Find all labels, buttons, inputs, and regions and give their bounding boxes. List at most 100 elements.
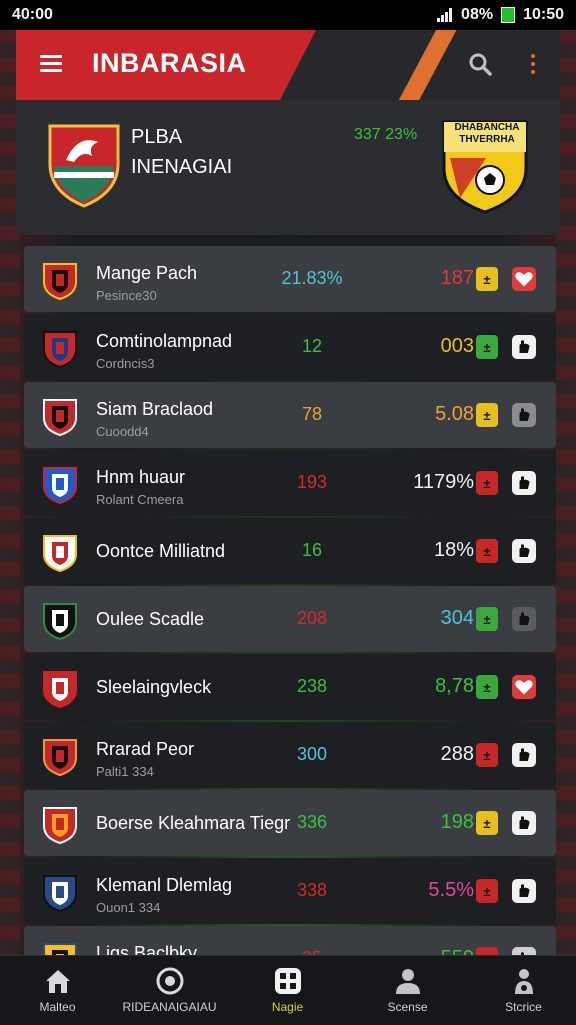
trend-badge: ±	[476, 335, 498, 359]
team-stat-primary: 300	[296, 744, 328, 764]
ball-icon	[156, 967, 183, 995]
team-row[interactable]: Siam Braclaod Cuoodd4 78 5.08 ±	[24, 382, 556, 448]
hand-icon[interactable]	[512, 743, 536, 767]
team-row[interactable]: Oulee Scadle 208 304 ±	[24, 586, 556, 652]
team-row[interactable]: Mange Pach Pesince30 21.83% 187 ±	[24, 246, 556, 312]
team-row[interactable]: Comtinolampnad Cordncis3 12 003 ±	[24, 314, 556, 380]
team-crest-icon	[43, 875, 77, 912]
app-bar: INBARASIA	[16, 30, 560, 100]
team-crest-icon	[43, 535, 77, 572]
team-stat-secondary: 8,78	[435, 675, 474, 697]
team-crest-icon	[43, 263, 77, 300]
trend-badge: ±	[476, 539, 498, 563]
team-row[interactable]: Boerse Kleahmara Tiegr 336 198 ±	[24, 790, 556, 856]
team-crest-icon	[43, 671, 77, 708]
nav-item-group[interactable]: Stcrice	[466, 956, 576, 1025]
match-stat: 337 23%	[354, 126, 418, 143]
trend-glyph: ±	[483, 815, 491, 831]
team-name: Oulee Scadle	[96, 609, 205, 629]
team-name: Mange Pach	[96, 263, 198, 283]
trend-badge: ±	[476, 607, 498, 631]
nav-label-group: Stcrice	[505, 1000, 542, 1014]
hamburger-menu-icon[interactable]	[40, 55, 62, 73]
trend-glyph: ±	[483, 407, 491, 423]
team-crest-icon	[43, 467, 77, 504]
hand-icon[interactable]	[512, 811, 536, 835]
team-stat-secondary: 187	[440, 267, 474, 289]
status-time-left: 40:00	[12, 6, 53, 23]
team-stat-primary: 238	[296, 676, 328, 696]
away-team-crest-text: DHABANCHA THVERRHA	[454, 122, 520, 145]
trend-badge: ±	[476, 879, 498, 903]
grid-icon	[274, 968, 301, 994]
nav-item-ball[interactable]: RIDEANAIGAIAU	[112, 956, 227, 1025]
trend-badge: ±	[476, 267, 498, 291]
trend-glyph: ±	[483, 543, 491, 559]
team-subtitle: Cuoodd4	[96, 424, 149, 439]
team-name: Boerse Kleahmara Tiegr	[96, 813, 291, 833]
status-right-group: 08% 10:50	[437, 6, 564, 24]
team-row[interactable]: Rrarad Peor Palti1 334 300 288 ±	[24, 722, 556, 788]
team-crest-icon	[43, 603, 77, 640]
home-team-name-line2: INENAGIAI	[131, 156, 233, 178]
heart-icon[interactable]	[512, 675, 536, 699]
team-stat-primary: 338	[296, 880, 328, 900]
team-row[interactable]: Sleelaingvleck 238 8,78 ±	[24, 654, 556, 720]
group-icon	[514, 969, 533, 994]
signal-icon	[437, 8, 453, 22]
trend-badge: ±	[476, 811, 498, 835]
nav-item-grid[interactable]: Nagie	[230, 956, 345, 1025]
nav-item-person[interactable]: Scense	[350, 956, 465, 1025]
team-subtitle: Palti1 334	[96, 764, 154, 779]
team-row[interactable]: Klemanl Dlemlag Ouon1 334 338 5.5% ±	[24, 858, 556, 924]
team-stat-primary: 336	[296, 812, 328, 832]
hand-icon[interactable]	[512, 471, 536, 495]
app-title: INBARASIA	[92, 48, 247, 78]
hand-icon[interactable]	[512, 879, 536, 903]
nav-item-home[interactable]: Malteo	[0, 956, 115, 1025]
team-subtitle: Ouon1 334	[96, 900, 161, 915]
hand-icon[interactable]	[512, 335, 536, 359]
team-stat-primary: 208	[296, 608, 328, 628]
trend-glyph: ±	[483, 271, 491, 287]
team-crest-icon	[43, 331, 77, 368]
app-bar-stripe	[393, 30, 457, 100]
trend-glyph: ±	[483, 679, 491, 695]
team-name: Hnm huaur	[96, 467, 186, 487]
home-team-crest-icon	[48, 124, 120, 208]
team-subtitle: Cordncis3	[96, 356, 155, 371]
team-row[interactable]: Hnm huaur Rolant Cmeera 193 1179% ±	[24, 450, 556, 516]
more-options-icon[interactable]	[530, 54, 536, 76]
team-stat-secondary: 304	[440, 607, 474, 629]
trend-glyph: ±	[483, 883, 491, 899]
home-icon	[45, 970, 70, 993]
hand-icon[interactable]	[512, 539, 536, 563]
status-bar: 40:00 08% 10:50	[0, 0, 576, 30]
hand-icon[interactable]	[512, 403, 536, 427]
team-name: Rrarad Peor	[96, 739, 195, 759]
trend-badge: ±	[476, 471, 498, 495]
team-stat-primary: 12	[301, 336, 323, 356]
team-name: Siam Braclaod	[96, 399, 214, 419]
team-crest-icon	[43, 399, 77, 436]
team-stat-secondary: 003	[440, 335, 474, 357]
bottom-navigation: Malteo RIDEANAIGAIAU Nagie Scense Stcric…	[0, 955, 576, 1025]
team-crest-icon	[43, 807, 77, 844]
battery-icon	[501, 7, 516, 23]
search-icon[interactable]	[468, 52, 492, 76]
team-stat-secondary: 18%	[433, 539, 474, 561]
team-list: Mange Pach Pesince30 21.83% 187 ± Comtinolamp…	[24, 246, 556, 994]
team-row[interactable]: Oontce Milliatnd 16 18% ±	[24, 518, 556, 584]
team-stat-secondary: 5.08	[435, 403, 474, 425]
team-subtitle: Pesince30	[96, 288, 157, 303]
hand-icon[interactable]	[512, 607, 536, 631]
battery-percent: 08%	[461, 6, 494, 23]
team-name: Sleelaingvleck	[96, 677, 212, 697]
match-header[interactable]: PLBA INENAGIAI 337 23% DHABANCHA THVERRH…	[16, 100, 560, 235]
team-subtitle: Rolant Cmeera	[96, 492, 184, 507]
trend-glyph: ±	[483, 747, 491, 763]
team-name: Oontce Milliatnd	[96, 541, 226, 561]
trend-glyph: ±	[483, 339, 491, 355]
heart-icon[interactable]	[512, 267, 536, 291]
nav-label-grid: Nagie	[271, 1000, 304, 1014]
